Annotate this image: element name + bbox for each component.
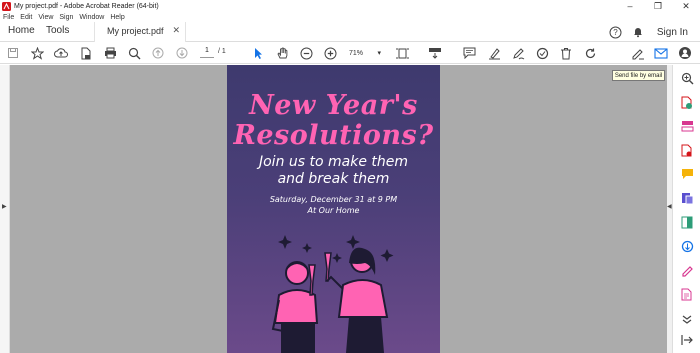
tooltip: Send file by email	[612, 70, 665, 81]
organize-pages-icon[interactable]	[680, 119, 694, 133]
previous-page-icon[interactable]	[149, 44, 167, 62]
party-illustration	[271, 235, 394, 353]
email-icon[interactable]	[652, 44, 670, 62]
sign-pen-icon[interactable]	[629, 44, 647, 62]
rotate-icon[interactable]	[581, 44, 599, 62]
next-page-icon[interactable]	[173, 44, 191, 62]
page-fit-icon[interactable]	[394, 44, 412, 62]
zoom-search-icon[interactable]	[680, 71, 694, 85]
tab-home[interactable]: Home	[8, 25, 35, 36]
tab-bar: Home Tools My project.pdf ✕ ? Sign In	[0, 22, 700, 42]
account-icon[interactable]	[676, 44, 694, 62]
page-number-input[interactable]: 1	[200, 47, 214, 58]
edit-pdf-icon[interactable]	[680, 287, 694, 301]
comment-icon[interactable]	[460, 44, 478, 62]
save-icon[interactable]	[4, 44, 22, 62]
menu-file[interactable]: File	[3, 14, 14, 21]
acrobat-icon	[2, 1, 11, 11]
close-tab-icon[interactable]: ✕	[172, 25, 180, 36]
menu-view[interactable]: View	[38, 14, 53, 21]
create-pdf-icon[interactable]	[680, 95, 694, 109]
pdf-page[interactable]: New Year's Resolutions? Join us to make …	[227, 65, 440, 353]
tab-document[interactable]: My project.pdf ✕	[94, 22, 186, 42]
menu-edit[interactable]: Edit	[20, 14, 32, 21]
draw-icon[interactable]	[509, 44, 527, 62]
file-lock-icon[interactable]	[77, 44, 95, 62]
page-total: / 1	[218, 48, 226, 55]
left-panel-toggle[interactable]: ▶	[0, 65, 10, 353]
menu-sign[interactable]: Sign	[59, 14, 73, 21]
hand-tool-icon[interactable]	[273, 44, 291, 62]
restore-button[interactable]: ❐	[644, 0, 672, 12]
headline-line-2: Resolutions?	[233, 120, 434, 151]
svg-text:?: ?	[614, 28, 619, 37]
chevron-right-icon: ▶	[2, 204, 7, 210]
menu-window[interactable]: Window	[79, 14, 104, 21]
scroll-mode-icon[interactable]	[426, 44, 444, 62]
subtitle-line-2: and break them	[277, 171, 390, 187]
export-pdf-icon[interactable]	[680, 143, 694, 157]
zoom-value: 71%	[349, 49, 364, 57]
combine-files-icon[interactable]	[680, 215, 694, 229]
star-icon[interactable]	[28, 44, 46, 62]
zoom-out-icon[interactable]	[297, 44, 315, 62]
tab-tools[interactable]: Tools	[46, 25, 69, 36]
compress-pdf-icon[interactable]	[680, 239, 694, 253]
search-icon[interactable]	[125, 44, 143, 62]
bell-icon[interactable]	[627, 22, 649, 42]
help-icon[interactable]: ?	[605, 22, 627, 42]
highlight-pen-icon[interactable]	[485, 44, 503, 62]
comment-panel-icon[interactable]	[680, 167, 694, 181]
chevron-down-icon: ▾	[377, 50, 381, 57]
select-cursor-icon[interactable]	[249, 44, 267, 62]
window-title: My project.pdf - Adobe Acrobat Reader (6…	[14, 2, 159, 10]
collapse-panel-icon[interactable]	[680, 333, 694, 347]
close-button[interactable]: ✕	[672, 0, 700, 12]
chevron-left-icon: ◀	[667, 204, 672, 210]
zoom-in-icon[interactable]	[321, 44, 339, 62]
date-line-1: Saturday, December 31 at 9 PM	[269, 195, 398, 204]
headline-line-1: New Year's	[249, 90, 418, 121]
scan-ocr-icon[interactable]	[680, 191, 694, 205]
right-tools-panel	[672, 65, 700, 353]
subtitle-line-1: Join us to make them	[258, 154, 409, 170]
date-line-2: At Our Home	[307, 206, 360, 215]
zoom-select[interactable]: 71% ▾	[347, 47, 383, 59]
more-tools-icon[interactable]	[680, 311, 694, 325]
minimize-button[interactable]: –	[616, 0, 644, 12]
fill-sign-icon[interactable]	[680, 263, 694, 277]
title-bar: My project.pdf - Adobe Acrobat Reader (6…	[0, 0, 700, 12]
tab-document-label: My project.pdf	[107, 26, 164, 36]
menu-bar: File Edit View Sign Window Help	[0, 12, 700, 22]
print-icon[interactable]	[101, 44, 119, 62]
stamp-icon[interactable]	[533, 44, 551, 62]
trash-icon[interactable]	[557, 44, 575, 62]
menu-help[interactable]: Help	[110, 14, 124, 21]
toolbar: 1 / 1 71% ▾	[0, 42, 700, 64]
sign-in-button[interactable]: Sign In	[657, 27, 688, 38]
upload-cloud-icon[interactable]	[52, 44, 70, 62]
